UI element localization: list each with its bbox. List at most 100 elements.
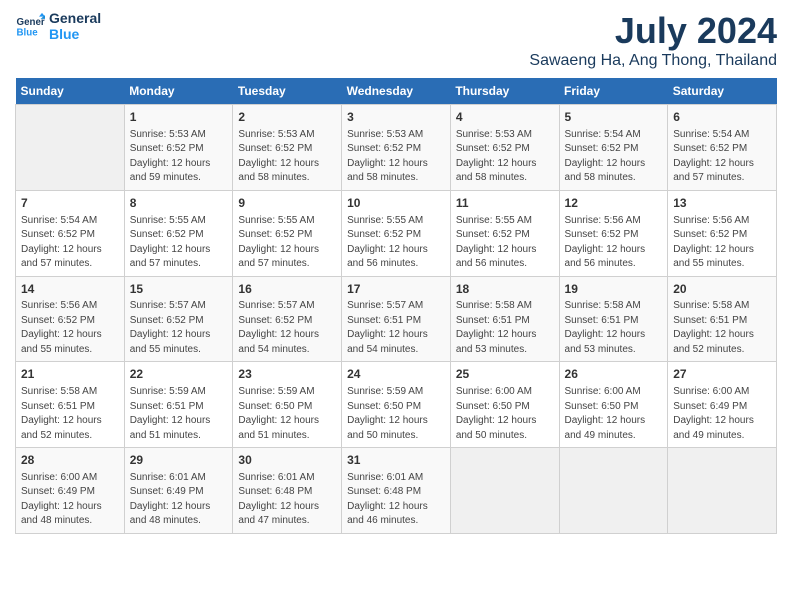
- calendar-cell: 19Sunrise: 5:58 AM Sunset: 6:51 PM Dayli…: [559, 276, 668, 362]
- calendar-cell: 29 Sunrise: 6:01 AM Sunset: 6:49 PM Dayli…: [124, 448, 233, 534]
- svg-text:Blue: Blue: [17, 27, 39, 38]
- calendar-cell: 9 Sunrise: 5:55 AM Sunset: 6:52 PM Daylig…: [233, 190, 342, 276]
- day-number: 31: [347, 452, 445, 469]
- cell-info: Sunrise: 5:54 AM Sunset: 6:52 PM Dayligh…: [673, 128, 771, 186]
- day-number: 25: [456, 366, 554, 383]
- day-number: 8: [130, 195, 228, 212]
- cell-info: Sunrise: 5:58 AM Sunset: 6:51 PM Dayligh…: [21, 385, 119, 443]
- header-monday: Monday: [124, 78, 233, 105]
- calendar-cell: 11 Sunrise: 5:55 AM Sunset: 6:52 PM Dayli…: [450, 190, 559, 276]
- header-wednesday: Wednesday: [342, 78, 451, 105]
- day-number: 4: [456, 109, 554, 126]
- calendar-cell: 30 Sunrise: 6:01 AM Sunset: 6:48 PM Dayli…: [233, 448, 342, 534]
- calendar-cell: 20Sunrise: 5:58 AM Sunset: 6:51 PM Dayli…: [668, 276, 777, 362]
- header-friday: Friday: [559, 78, 668, 105]
- cell-info: Sunrise: 5:55 AM Sunset: 6:52 PM Dayligh…: [456, 214, 554, 272]
- cell-info: Sunrise: 6:01 AM Sunset: 6:49 PM Dayligh…: [130, 471, 228, 529]
- calendar-cell: 21 Sunrise: 5:58 AM Sunset: 6:51 PM Dayli…: [16, 362, 125, 448]
- cell-info: Sunrise: 5:53 AM Sunset: 6:52 PM Dayligh…: [238, 128, 336, 186]
- header-saturday: Saturday: [668, 78, 777, 105]
- cell-info: Sunrise: 6:00 AM Sunset: 6:49 PM Dayligh…: [21, 471, 119, 529]
- week-row-3: 14Sunrise: 5:56 AM Sunset: 6:52 PM Dayli…: [16, 276, 777, 362]
- calendar-cell: 28 Sunrise: 6:00 AM Sunset: 6:49 PM Dayli…: [16, 448, 125, 534]
- cell-info: Sunrise: 5:58 AM Sunset: 6:51 PM Dayligh…: [673, 299, 771, 357]
- day-number: 10: [347, 195, 445, 212]
- cell-info: Sunrise: 5:59 AM Sunset: 6:51 PM Dayligh…: [130, 385, 228, 443]
- calendar-cell: 26 Sunrise: 6:00 AM Sunset: 6:50 PM Dayli…: [559, 362, 668, 448]
- calendar-cell: 31 Sunrise: 6:01 AM Sunset: 6:48 PM Dayli…: [342, 448, 451, 534]
- calendar-cell: 6 Sunrise: 5:54 AM Sunset: 6:52 PM Daylig…: [668, 105, 777, 191]
- day-number: 18: [456, 281, 554, 298]
- cell-info: Sunrise: 5:59 AM Sunset: 6:50 PM Dayligh…: [238, 385, 336, 443]
- day-number: 12: [565, 195, 663, 212]
- header-thursday: Thursday: [450, 78, 559, 105]
- day-number: 6: [673, 109, 771, 126]
- cell-info: Sunrise: 6:00 AM Sunset: 6:50 PM Dayligh…: [565, 385, 663, 443]
- calendar-cell: 22 Sunrise: 5:59 AM Sunset: 6:51 PM Dayli…: [124, 362, 233, 448]
- day-number: 22: [130, 366, 228, 383]
- calendar-cell: [668, 448, 777, 534]
- day-number: 13: [673, 195, 771, 212]
- calendar-cell: 24 Sunrise: 5:59 AM Sunset: 6:50 PM Dayli…: [342, 362, 451, 448]
- cell-info: Sunrise: 6:01 AM Sunset: 6:48 PM Dayligh…: [347, 471, 445, 529]
- calendar-cell: 7Sunrise: 5:54 AM Sunset: 6:52 PM Daylig…: [16, 190, 125, 276]
- logo-general: General: [49, 10, 101, 26]
- header-tuesday: Tuesday: [233, 78, 342, 105]
- cell-info: Sunrise: 5:58 AM Sunset: 6:51 PM Dayligh…: [456, 299, 554, 357]
- cell-info: Sunrise: 6:00 AM Sunset: 6:50 PM Dayligh…: [456, 385, 554, 443]
- calendar-cell: 10 Sunrise: 5:55 AM Sunset: 6:52 PM Dayli…: [342, 190, 451, 276]
- location-title: Sawaeng Ha, Ang Thong, Thailand: [529, 52, 777, 70]
- week-row-4: 21 Sunrise: 5:58 AM Sunset: 6:51 PM Dayli…: [16, 362, 777, 448]
- cell-info: Sunrise: 5:55 AM Sunset: 6:52 PM Dayligh…: [347, 214, 445, 272]
- day-number: 21: [21, 366, 119, 383]
- day-number: 3: [347, 109, 445, 126]
- cell-info: Sunrise: 5:53 AM Sunset: 6:52 PM Dayligh…: [456, 128, 554, 186]
- calendar-cell: 23Sunrise: 5:59 AM Sunset: 6:50 PM Dayli…: [233, 362, 342, 448]
- day-number: 16: [238, 281, 336, 298]
- cell-info: Sunrise: 5:57 AM Sunset: 6:51 PM Dayligh…: [347, 299, 445, 357]
- week-row-5: 28 Sunrise: 6:00 AM Sunset: 6:49 PM Dayli…: [16, 448, 777, 534]
- calendar-cell: [16, 105, 125, 191]
- day-number: 30: [238, 452, 336, 469]
- calendar-cell: 12 Sunrise: 5:56 AM Sunset: 6:52 PM Dayli…: [559, 190, 668, 276]
- cell-info: Sunrise: 5:59 AM Sunset: 6:50 PM Dayligh…: [347, 385, 445, 443]
- day-number: 17: [347, 281, 445, 298]
- day-number: 26: [565, 366, 663, 383]
- calendar-cell: 13Sunrise: 5:56 AM Sunset: 6:52 PM Dayli…: [668, 190, 777, 276]
- day-number: 28: [21, 452, 119, 469]
- month-year-title: July 2024: [529, 10, 777, 52]
- cell-info: Sunrise: 5:55 AM Sunset: 6:52 PM Dayligh…: [130, 214, 228, 272]
- day-number: 5: [565, 109, 663, 126]
- cell-info: Sunrise: 5:57 AM Sunset: 6:52 PM Dayligh…: [130, 299, 228, 357]
- cell-info: Sunrise: 5:53 AM Sunset: 6:52 PM Dayligh…: [130, 128, 228, 186]
- day-number: 15: [130, 281, 228, 298]
- cell-info: Sunrise: 5:58 AM Sunset: 6:51 PM Dayligh…: [565, 299, 663, 357]
- week-row-1: 1 Sunrise: 5:53 AM Sunset: 6:52 PM Daylig…: [16, 105, 777, 191]
- week-row-2: 7Sunrise: 5:54 AM Sunset: 6:52 PM Daylig…: [16, 190, 777, 276]
- cell-info: Sunrise: 5:55 AM Sunset: 6:52 PM Dayligh…: [238, 214, 336, 272]
- day-number: 1: [130, 109, 228, 126]
- cell-info: Sunrise: 5:53 AM Sunset: 6:52 PM Dayligh…: [347, 128, 445, 186]
- header-sunday: Sunday: [16, 78, 125, 105]
- day-number: 27: [673, 366, 771, 383]
- cell-info: Sunrise: 5:56 AM Sunset: 6:52 PM Dayligh…: [565, 214, 663, 272]
- calendar-header-row: SundayMondayTuesdayWednesdayThursdayFrid…: [16, 78, 777, 105]
- cell-info: Sunrise: 5:54 AM Sunset: 6:52 PM Dayligh…: [21, 214, 119, 272]
- day-number: 24: [347, 366, 445, 383]
- calendar-cell: 5 Sunrise: 5:54 AM Sunset: 6:52 PM Daylig…: [559, 105, 668, 191]
- day-number: 19: [565, 281, 663, 298]
- calendar-cell: 16Sunrise: 5:57 AM Sunset: 6:52 PM Dayli…: [233, 276, 342, 362]
- calendar-cell: 27 Sunrise: 6:00 AM Sunset: 6:49 PM Dayli…: [668, 362, 777, 448]
- cell-info: Sunrise: 6:00 AM Sunset: 6:49 PM Dayligh…: [673, 385, 771, 443]
- svg-text:General: General: [17, 17, 46, 28]
- logo-blue: Blue: [49, 26, 101, 42]
- cell-info: Sunrise: 5:54 AM Sunset: 6:52 PM Dayligh…: [565, 128, 663, 186]
- calendar-cell: 25 Sunrise: 6:00 AM Sunset: 6:50 PM Dayli…: [450, 362, 559, 448]
- logo: General Blue General Blue: [15, 10, 101, 42]
- day-number: 29: [130, 452, 228, 469]
- day-number: 9: [238, 195, 336, 212]
- day-number: 11: [456, 195, 554, 212]
- day-number: 20: [673, 281, 771, 298]
- calendar-cell: 8 Sunrise: 5:55 AM Sunset: 6:52 PM Daylig…: [124, 190, 233, 276]
- cell-info: Sunrise: 6:01 AM Sunset: 6:48 PM Dayligh…: [238, 471, 336, 529]
